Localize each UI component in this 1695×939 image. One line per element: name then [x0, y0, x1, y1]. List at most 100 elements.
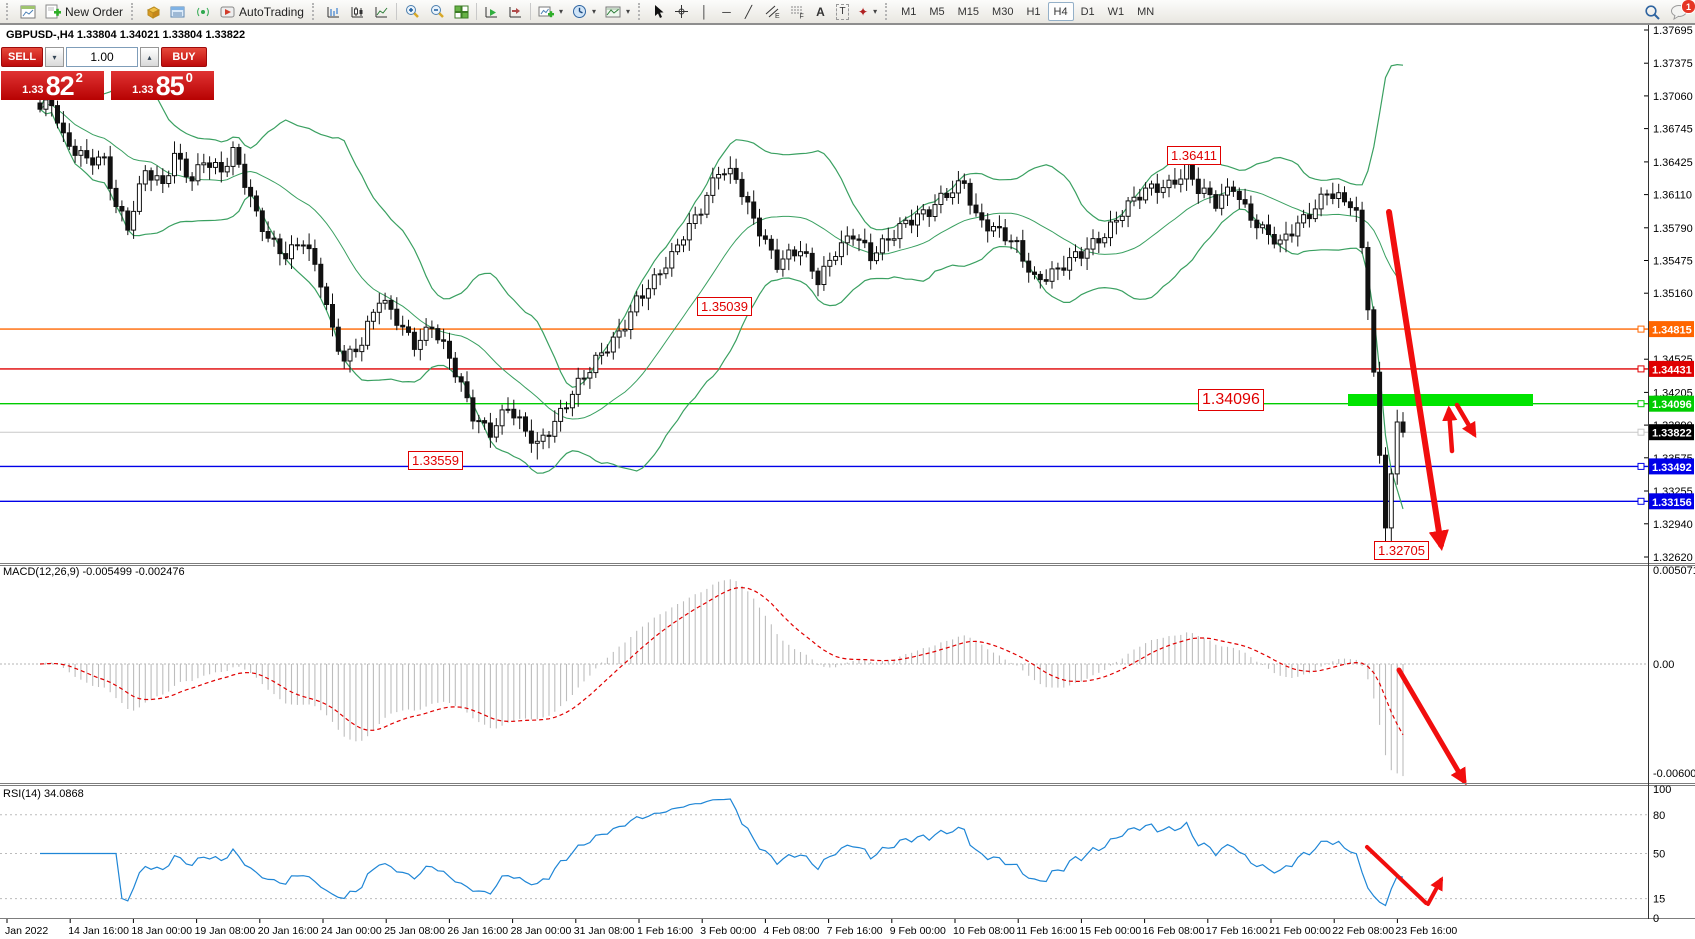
line-anchor-marker[interactable] [1638, 401, 1644, 407]
rsi-scale-label: 50 [1653, 849, 1665, 861]
trend-arrow[interactable] [1449, 410, 1452, 451]
line-chart-type-icon[interactable] [370, 1, 393, 22]
line-anchor-marker[interactable] [1638, 326, 1644, 332]
candle-body [956, 181, 960, 193]
fibonacci-tool[interactable]: F [785, 1, 809, 22]
candle-body [506, 409, 510, 410]
auto-scroll-icon[interactable] [480, 1, 503, 22]
vertical-line-tool[interactable]: │ [694, 1, 715, 22]
time-axis-label: 7 Feb 16:00 [827, 925, 883, 937]
signal-icon[interactable] [191, 1, 215, 22]
sell-price-display[interactable]: 1.33 82 2 [1, 71, 104, 100]
tile-windows-icon[interactable] [450, 1, 473, 22]
candle-body [225, 166, 229, 172]
equidistant-channel-tool[interactable]: E [760, 1, 784, 22]
candle-body [635, 296, 639, 312]
candle-body [73, 146, 77, 155]
toolbar-grip[interactable] [6, 3, 12, 20]
toolbar-grip[interactable] [638, 3, 644, 20]
buy-button[interactable]: BUY [161, 47, 207, 67]
candle-body [541, 435, 545, 441]
candle-body [1366, 248, 1370, 310]
chart-shift-icon[interactable] [504, 1, 527, 22]
candle-body [1372, 310, 1376, 372]
candle-body [102, 157, 106, 158]
cursor-tool[interactable] [648, 1, 669, 22]
data-window-icon[interactable] [166, 1, 190, 22]
buy-price-sup: 0 [186, 71, 193, 85]
autotrading-button[interactable]: AutoTrading [216, 1, 308, 22]
timeframe-m15[interactable]: M15 [952, 2, 985, 21]
sell-button[interactable]: SELL [1, 47, 43, 67]
candle-body [1290, 234, 1294, 236]
volume-input[interactable] [66, 47, 138, 67]
timeframe-d1[interactable]: D1 [1075, 2, 1101, 21]
time-axis-label: 19 Jan 08:00 [195, 925, 256, 937]
text-tool[interactable]: A [810, 1, 831, 22]
candle-body [799, 252, 803, 256]
price-tag-label: 1.33492 [1652, 462, 1692, 474]
market-watch-icon[interactable] [141, 1, 165, 22]
new-chart-dropdown[interactable]: ▾ [534, 1, 567, 22]
candle-body [243, 164, 247, 187]
timeframe-m1[interactable]: M1 [895, 2, 922, 21]
crosshair-tool[interactable] [670, 1, 693, 22]
periods-dropdown[interactable]: ▾ [568, 1, 600, 22]
candle-body [214, 163, 218, 168]
new-order-button[interactable]: New Order [41, 1, 127, 22]
candle-body [1384, 455, 1388, 528]
zoom-in-icon[interactable] [400, 1, 424, 22]
toolbar-grip[interactable] [885, 3, 891, 20]
candle-body [453, 358, 457, 377]
line-anchor-marker[interactable] [1638, 366, 1644, 372]
line-anchor-marker[interactable] [1638, 498, 1644, 504]
timeframe-h1[interactable]: H1 [1020, 2, 1046, 21]
candle-body [951, 193, 955, 198]
candle-body [354, 349, 358, 351]
candle-body [1167, 180, 1171, 187]
supply-zone-rectangle[interactable] [1348, 394, 1533, 406]
notification-badge[interactable]: 1 [1681, 0, 1695, 14]
volume-decrease-button[interactable]: ▾ [45, 47, 64, 67]
chart-window-icon[interactable] [16, 1, 40, 22]
toolbar-separator [396, 3, 397, 20]
candle-body [781, 259, 785, 269]
buy-price-display[interactable]: 1.33 85 0 [111, 71, 214, 100]
toolbar-grip[interactable] [312, 3, 318, 20]
trendline-tool[interactable]: ╱ [738, 1, 759, 22]
candle-body [488, 423, 492, 437]
timeframe-w1[interactable]: W1 [1102, 2, 1131, 21]
candlestick-type-icon[interactable] [346, 1, 369, 22]
rsi-scale-label: 15 [1653, 894, 1665, 906]
candle-body [945, 193, 949, 197]
text-icon: A [816, 5, 825, 19]
bar-chart-type-icon[interactable] [322, 1, 345, 22]
candle-body [1296, 223, 1300, 236]
time-axis-label: 3 Feb 00:00 [700, 925, 756, 937]
line-anchor-marker[interactable] [1638, 429, 1644, 435]
candle-body [1343, 193, 1347, 202]
candle-body [1015, 241, 1019, 242]
zoom-out-icon[interactable] [425, 1, 449, 22]
timeframe-m5[interactable]: M5 [923, 2, 950, 21]
candle-body [1097, 239, 1101, 243]
horizontal-line-tool[interactable]: ─ [716, 1, 737, 22]
search-icon[interactable] [1640, 1, 1665, 22]
candle-body [120, 207, 124, 212]
candle-body [360, 345, 364, 351]
price-chart[interactable]: 1.376951.373751.370601.367451.364251.361… [0, 25, 1695, 939]
line-anchor-marker[interactable] [1638, 463, 1644, 469]
timeframe-mn[interactable]: MN [1131, 2, 1160, 21]
toolbar-grip[interactable] [131, 3, 137, 20]
price-axis-label: 1.37060 [1653, 91, 1693, 103]
volume-increase-button[interactable]: ▴ [140, 47, 159, 67]
candle-body [1401, 422, 1405, 432]
candle-body [839, 243, 843, 257]
timeframe-m30[interactable]: M30 [986, 2, 1019, 21]
text-label-tool[interactable]: T [832, 1, 853, 22]
arrows-dropdown[interactable]: ✦ ▾ [854, 1, 881, 22]
candle-body [857, 239, 861, 240]
chart-shift-glyph [508, 5, 523, 19]
timeframe-h4[interactable]: H4 [1048, 2, 1074, 21]
templates-dropdown[interactable]: ▾ [601, 1, 634, 22]
